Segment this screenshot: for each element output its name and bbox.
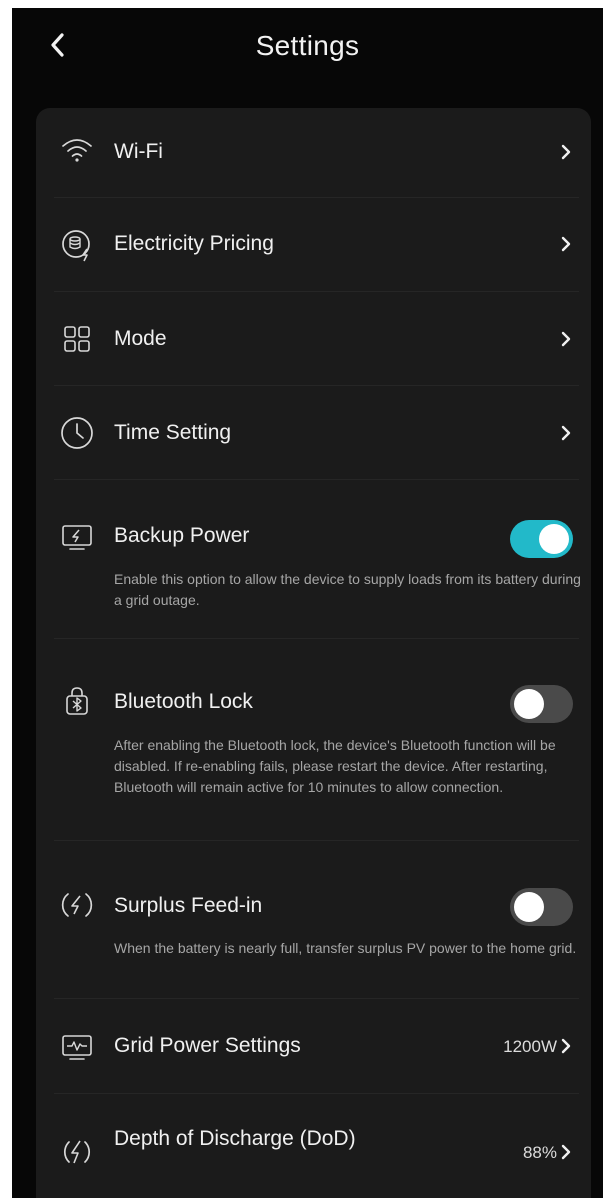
setting-grid-power[interactable]: Grid Power Settings 1200W: [36, 999, 591, 1094]
settings-screen: Settings Wi-Fi Electricity Pricing Mode …: [12, 8, 603, 1198]
setting-label: Mode: [114, 327, 167, 350]
toggle-knob: [514, 892, 544, 922]
clock-icon: [60, 416, 94, 450]
setting-surplus-feed-in: Surplus Feed-in When the battery is near…: [36, 841, 591, 999]
header: Settings: [12, 8, 603, 108]
toggle-knob: [514, 689, 544, 719]
surplus-feed-in-icon: [60, 888, 94, 922]
surplus-feed-in-toggle[interactable]: [510, 888, 573, 926]
setting-label: Grid Power Settings: [114, 1034, 301, 1057]
chevron-right-icon: [557, 1143, 575, 1161]
setting-value: 88%: [522, 1143, 557, 1162]
mode-grid-icon: [60, 322, 94, 356]
toggle-knob: [539, 524, 569, 554]
wifi-icon: [60, 133, 94, 167]
setting-wifi[interactable]: Wi-Fi: [36, 108, 591, 198]
setting-time[interactable]: Time Setting: [36, 386, 591, 480]
chevron-right-icon: [557, 143, 575, 161]
setting-electricity-pricing[interactable]: Electricity Pricing: [36, 198, 591, 292]
bluetooth-lock-toggle[interactable]: [510, 685, 573, 723]
setting-backup-power: Backup Power Enable this option to allow…: [36, 480, 591, 639]
setting-mode[interactable]: Mode: [36, 292, 591, 386]
backup-power-icon: [60, 520, 94, 554]
setting-depth-of-discharge[interactable]: Depth of Discharge (DoD) 88%: [36, 1094, 591, 1198]
setting-label: Backup Power: [114, 524, 250, 547]
setting-description: When the battery is nearly full, transfe…: [114, 940, 577, 956]
setting-label: Depth of Discharge (DoD): [114, 1127, 356, 1150]
setting-description: Enable this option to allow the device t…: [114, 571, 581, 608]
setting-label: Time Setting: [114, 421, 232, 444]
grid-power-icon: [60, 1030, 94, 1064]
electricity-pricing-icon: [60, 228, 94, 262]
chevron-right-icon: [557, 1037, 575, 1055]
chevron-right-icon: [557, 330, 575, 348]
setting-label: Bluetooth Lock: [114, 690, 253, 713]
depth-of-discharge-icon: [60, 1135, 94, 1169]
setting-label: Surplus Feed-in: [114, 894, 263, 917]
setting-label: Electricity Pricing: [114, 232, 274, 255]
backup-power-toggle[interactable]: [510, 520, 573, 558]
settings-list: Wi-Fi Electricity Pricing Mode Time Sett…: [36, 108, 591, 1198]
page-title: Settings: [255, 30, 360, 61]
setting-value: 1200W: [503, 1037, 557, 1056]
setting-bluetooth-lock: Bluetooth Lock After enabling the Blueto…: [36, 639, 591, 841]
chevron-right-icon: [557, 424, 575, 442]
setting-description: After enabling the Bluetooth lock, the d…: [114, 737, 556, 795]
chevron-right-icon: [557, 235, 575, 253]
bluetooth-lock-icon: [60, 684, 94, 718]
setting-label: Wi-Fi: [114, 140, 163, 163]
